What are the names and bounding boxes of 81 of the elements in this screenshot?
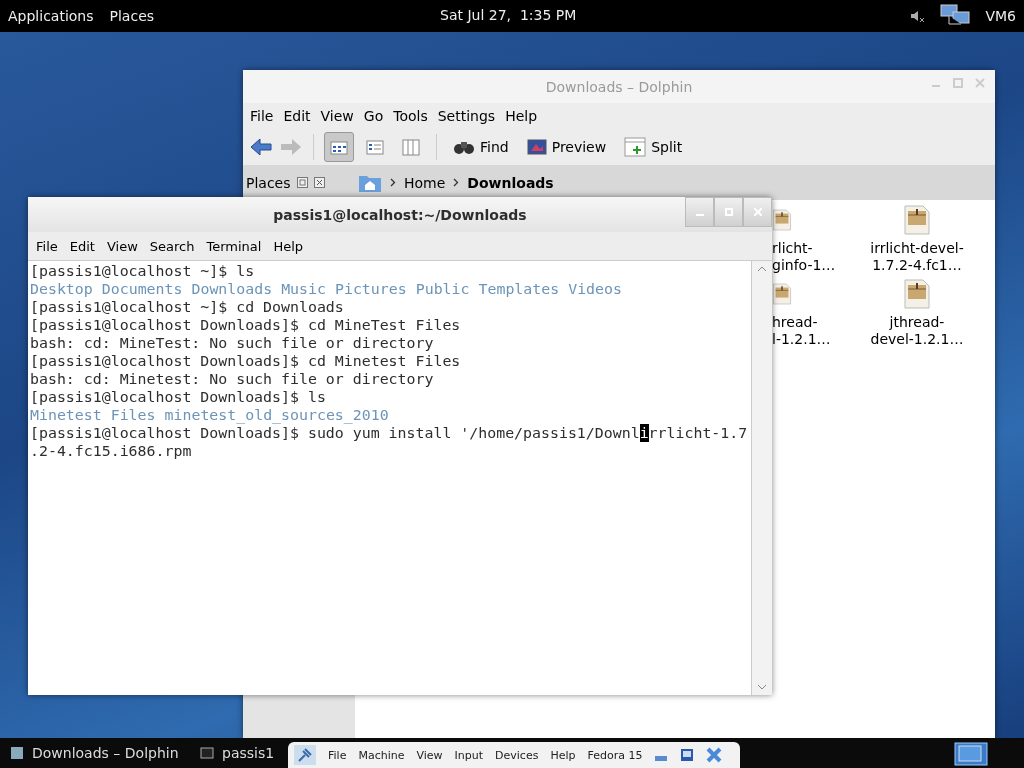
menu-item[interactable]: Settings bbox=[432, 107, 501, 124]
back-arrow-icon[interactable] bbox=[249, 136, 273, 157]
restore-icon[interactable] bbox=[680, 748, 695, 762]
directory-name: Pictures bbox=[334, 280, 407, 298]
menu-item[interactable]: Devices bbox=[495, 748, 539, 762]
terminal-line: bash: cd: MineTest: No such file or directory bbox=[30, 334, 435, 352]
package-entry[interactable]: rlicht- ginfo-1… bbox=[772, 204, 852, 274]
user-name[interactable]: VM6 bbox=[985, 8, 1016, 24]
minimize-button[interactable] bbox=[685, 197, 714, 227]
terminal-line: [passis1@localhost Downloads]$ sudo yum install '/home/passis1/Downli rrlicht-1.7 bbox=[30, 424, 748, 442]
terminal-line: [passis1@localhost Downloads]$ ls bbox=[30, 388, 327, 406]
package-icon bbox=[903, 278, 931, 310]
pin-icon[interactable] bbox=[294, 745, 316, 765]
terminal-line: [passis1@localhost ~]$ cd Downloads bbox=[30, 298, 345, 316]
package-entry[interactable]: jthread- devel-1.2.1… bbox=[852, 278, 982, 348]
terminal-line: [passis1@localhost Downloads]$ cd MineTest Files bbox=[30, 316, 462, 334]
clock[interactable]: Sat Jul 27, 1:35 PM bbox=[440, 7, 577, 23]
directory-name: Templates bbox=[478, 280, 560, 298]
menu-item[interactable]: Tools bbox=[388, 107, 433, 124]
menu-item[interactable]: View bbox=[416, 748, 443, 762]
window-title: passis1@localhost:~/Downloads bbox=[273, 206, 527, 223]
close-icon bbox=[753, 208, 762, 216]
directory-name: Documents bbox=[101, 280, 183, 298]
menu-item[interactable]: Search bbox=[143, 238, 201, 254]
menu-item[interactable]: Terminal bbox=[200, 238, 268, 254]
directory-name: Minetest Files bbox=[30, 406, 156, 424]
preview-icon bbox=[526, 138, 547, 155]
chevron-icon bbox=[453, 178, 460, 187]
directory-name: Desktop bbox=[30, 280, 93, 298]
close-icon[interactable] bbox=[706, 747, 723, 763]
close-icon[interactable] bbox=[313, 177, 325, 188]
maximize-button[interactable] bbox=[714, 197, 743, 227]
menu-item[interactable]: View bbox=[100, 238, 144, 254]
breadcrumb-item[interactable]: Home bbox=[404, 174, 446, 191]
volume-muted-icon[interactable] bbox=[909, 8, 926, 24]
split-icon bbox=[624, 136, 647, 157]
undock-icon[interactable] bbox=[296, 177, 308, 188]
terminal-line: [passis1@localhost Downloads]$ cd Minetest Files bbox=[30, 352, 462, 370]
package-icon bbox=[903, 204, 931, 236]
close-button[interactable] bbox=[743, 197, 772, 227]
directory-name: minetest_old_sources_2010 bbox=[164, 406, 389, 424]
forward-arrow-icon[interactable] bbox=[279, 136, 303, 157]
directory-name: Downloads bbox=[191, 280, 273, 298]
menu-item[interactable]: Edit bbox=[278, 107, 316, 124]
menu-item[interactable]: Go bbox=[358, 107, 389, 124]
menu-item[interactable]: File bbox=[328, 748, 347, 762]
workspace-icon[interactable] bbox=[954, 742, 988, 766]
toolbar-button[interactable]: Split bbox=[618, 136, 689, 157]
taskbar-button[interactable]: Downloads – Dolphin bbox=[0, 740, 190, 766]
directory-name: Public bbox=[415, 280, 470, 298]
machine-name: Fedora 15 bbox=[587, 748, 643, 762]
terminal-line: .2-4.fc15.i686.rpm bbox=[30, 442, 193, 460]
package-entry[interactable]: irrlicht-devel- 1.7.2-4.fc1… bbox=[852, 204, 982, 274]
directory-name: Videos bbox=[568, 280, 622, 298]
toolbar-button[interactable]: Preview bbox=[520, 138, 613, 155]
menu-item[interactable]: Help bbox=[267, 238, 310, 254]
columns-view-icon bbox=[401, 136, 421, 157]
taskbar-button[interactable]: passis1 bbox=[190, 740, 285, 766]
toolbar-button[interactable]: Find bbox=[447, 138, 515, 155]
menu-item[interactable]: Help bbox=[550, 748, 576, 762]
terminal-line: bash: cd: Minetest: No such file or directory bbox=[30, 370, 435, 388]
panel-title: Places bbox=[246, 174, 291, 191]
menu-item[interactable]: Edit bbox=[63, 238, 101, 254]
menu-item[interactable]: Machine bbox=[358, 748, 405, 762]
breadcrumb-item[interactable]: Downloads bbox=[467, 174, 554, 191]
view-mode-button[interactable] bbox=[324, 131, 354, 162]
top-bar-menu[interactable]: Places bbox=[101, 8, 163, 24]
maximize-icon bbox=[724, 208, 733, 216]
terminal-icon bbox=[200, 746, 214, 760]
top-bar-menu[interactable]: Applications bbox=[0, 8, 102, 24]
menu-item[interactable]: View bbox=[315, 107, 359, 124]
menu-item[interactable]: Input bbox=[454, 748, 484, 762]
chevron-icon bbox=[390, 178, 396, 187]
directory-name: Music bbox=[281, 280, 326, 298]
menu-item[interactable]: File bbox=[245, 107, 279, 124]
menu-item[interactable]: Help bbox=[500, 107, 543, 124]
terminal-line: [passis1@localhost ~]$ ls bbox=[30, 262, 256, 280]
window-title: Downloads – Dolphin bbox=[545, 78, 693, 95]
folder-icon bbox=[10, 746, 24, 760]
menu-item[interactable]: File bbox=[30, 238, 64, 254]
package-entry[interactable]: hread- l-1.2.1… bbox=[772, 278, 852, 348]
